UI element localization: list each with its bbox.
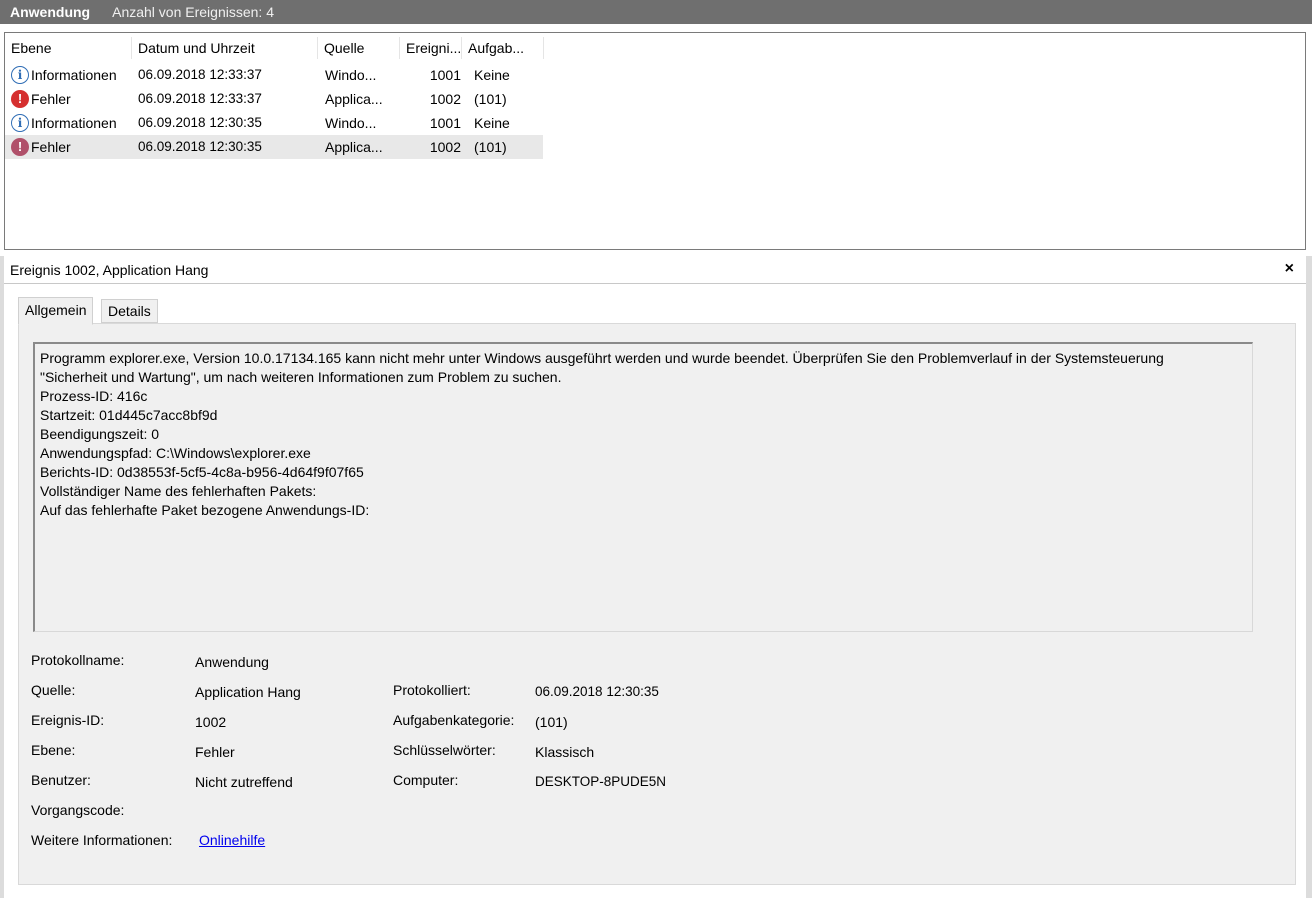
column-header-level[interactable]: Ebene	[5, 37, 132, 59]
quelle-label: Quelle:	[31, 682, 76, 698]
event-task: Keine	[474, 67, 510, 83]
message-line: Prozess-ID: 416c	[40, 388, 148, 404]
onlinehilfe-link[interactable]: Onlinehilfe	[199, 832, 265, 848]
info-icon: i	[11, 114, 29, 132]
schluesselwoerter-value: Klassisch	[535, 744, 595, 760]
event-task: (101)	[474, 139, 507, 155]
column-header-source[interactable]: Quelle	[318, 37, 400, 59]
benutzer-value: Nicht zutreffend	[195, 774, 293, 790]
message-line: "Sicherheit und Wartung", um nach weiter…	[40, 369, 562, 385]
ereignis-id-value: 1002	[195, 714, 227, 730]
event-level-text: Informationen	[31, 115, 117, 131]
event-detail-pane: Allgemein Details Programm explorer.exe,…	[4, 285, 1306, 898]
event-list-header: Ebene Datum und Uhrzeit Quelle Ereigni..…	[5, 37, 545, 59]
message-line: Berichts-ID: 0d38553f-5cf5-4c8a-b956-4d6…	[40, 464, 364, 480]
protokolliert-label: Protokolliert:	[393, 682, 471, 698]
column-header-event-id[interactable]: Ereigni...	[400, 37, 462, 59]
message-line: Auf das fehlerhafte Paket bezogene Anwen…	[40, 502, 370, 518]
column-header-task[interactable]: Aufgab...	[462, 37, 544, 59]
weitere-informationen-label: Weitere Informationen:	[31, 832, 173, 848]
protokollname-label: Protokollname:	[31, 652, 125, 668]
ereignis-id-label: Ereignis-ID:	[31, 712, 105, 728]
event-task: Keine	[474, 115, 510, 131]
event-detail-header: Ereignis 1002, Application Hang ×	[4, 258, 1306, 284]
ebene-value: Fehler	[195, 744, 235, 760]
message-line: Beendigungszeit: 0	[40, 426, 160, 442]
close-icon[interactable]: ×	[1285, 260, 1294, 278]
message-line: Startzeit: 01d445c7acc8bf9d	[40, 407, 218, 423]
event-level: ! Fehler	[11, 135, 135, 159]
log-name: Anwendung	[10, 4, 91, 20]
tab-details[interactable]: Details	[101, 299, 158, 323]
event-source: Applica...	[325, 91, 383, 107]
event-source: Applica...	[325, 139, 383, 155]
protokolliert-value: 06.09.2018 12:30:35	[535, 684, 659, 699]
message-line: Anwendungspfad: C:\Windows\explorer.exe	[40, 445, 311, 461]
aufgabenkategorie-label: Aufgabenkategorie:	[393, 712, 515, 728]
event-row-selected[interactable]: ! Fehler 06.09.2018 12:30:35 Applica... …	[5, 135, 543, 159]
event-count: Anzahl von Ereignissen: 4	[112, 4, 274, 20]
general-tab-panel: Programm explorer.exe, Version 10.0.1713…	[18, 323, 1296, 885]
aufgabenkategorie-value: (101)	[535, 714, 568, 730]
event-date: 06.09.2018 12:30:35	[138, 115, 262, 130]
event-id: 1002	[429, 139, 461, 155]
event-row[interactable]: i Informationen 06.09.2018 12:30:35 Wind…	[5, 111, 543, 135]
ebene-label: Ebene:	[31, 742, 76, 758]
tab-allgemein[interactable]: Allgemein	[18, 297, 94, 325]
event-level-text: Informationen	[31, 67, 117, 83]
event-level: i Informationen	[11, 63, 135, 87]
computer-label: Computer:	[393, 772, 459, 788]
protokollname-value: Anwendung	[195, 654, 269, 670]
event-date: 06.09.2018 12:30:35	[138, 139, 262, 154]
event-row[interactable]: ! Fehler 06.09.2018 12:33:37 Applica... …	[5, 87, 543, 111]
computer-value: DESKTOP-8PUDE5N	[535, 774, 667, 789]
event-id: 1001	[429, 67, 461, 83]
message-line: Vollständiger Name des fehlerhaften Pake…	[40, 483, 317, 499]
error-icon: !	[11, 138, 29, 156]
event-task: (101)	[474, 91, 507, 107]
event-message-box[interactable]: Programm explorer.exe, Version 10.0.1713…	[33, 342, 1253, 632]
benutzer-label: Benutzer:	[31, 772, 91, 788]
event-id: 1001	[429, 115, 461, 131]
event-level-text: Fehler	[31, 91, 71, 107]
quelle-value: Application Hang	[195, 684, 301, 700]
vorgangscode-label: Vorgangscode:	[31, 802, 125, 818]
event-level: i Informationen	[11, 111, 135, 135]
log-title-bar: Anwendung Anzahl von Ereignissen: 4	[0, 0, 1312, 24]
error-icon: !	[11, 90, 29, 108]
event-level-text: Fehler	[31, 139, 71, 155]
info-icon: i	[11, 66, 29, 84]
column-header-date[interactable]: Datum und Uhrzeit	[132, 37, 318, 59]
event-date: 06.09.2018 12:33:37	[138, 91, 262, 106]
event-row[interactable]: i Informationen 06.09.2018 12:33:37 Wind…	[5, 63, 543, 87]
event-detail-title: Ereignis 1002, Application Hang	[10, 262, 209, 278]
event-source: Windo...	[325, 115, 377, 131]
schluesselwoerter-label: Schlüsselwörter:	[393, 742, 496, 758]
right-border	[1306, 256, 1312, 898]
event-level: ! Fehler	[11, 87, 135, 111]
event-date: 06.09.2018 12:33:37	[138, 67, 262, 82]
event-id: 1002	[429, 91, 461, 107]
event-list[interactable]: Ebene Datum und Uhrzeit Quelle Ereigni..…	[4, 32, 1306, 250]
event-source: Windo...	[325, 67, 377, 83]
message-line: Programm explorer.exe, Version 10.0.1713…	[40, 350, 1164, 366]
